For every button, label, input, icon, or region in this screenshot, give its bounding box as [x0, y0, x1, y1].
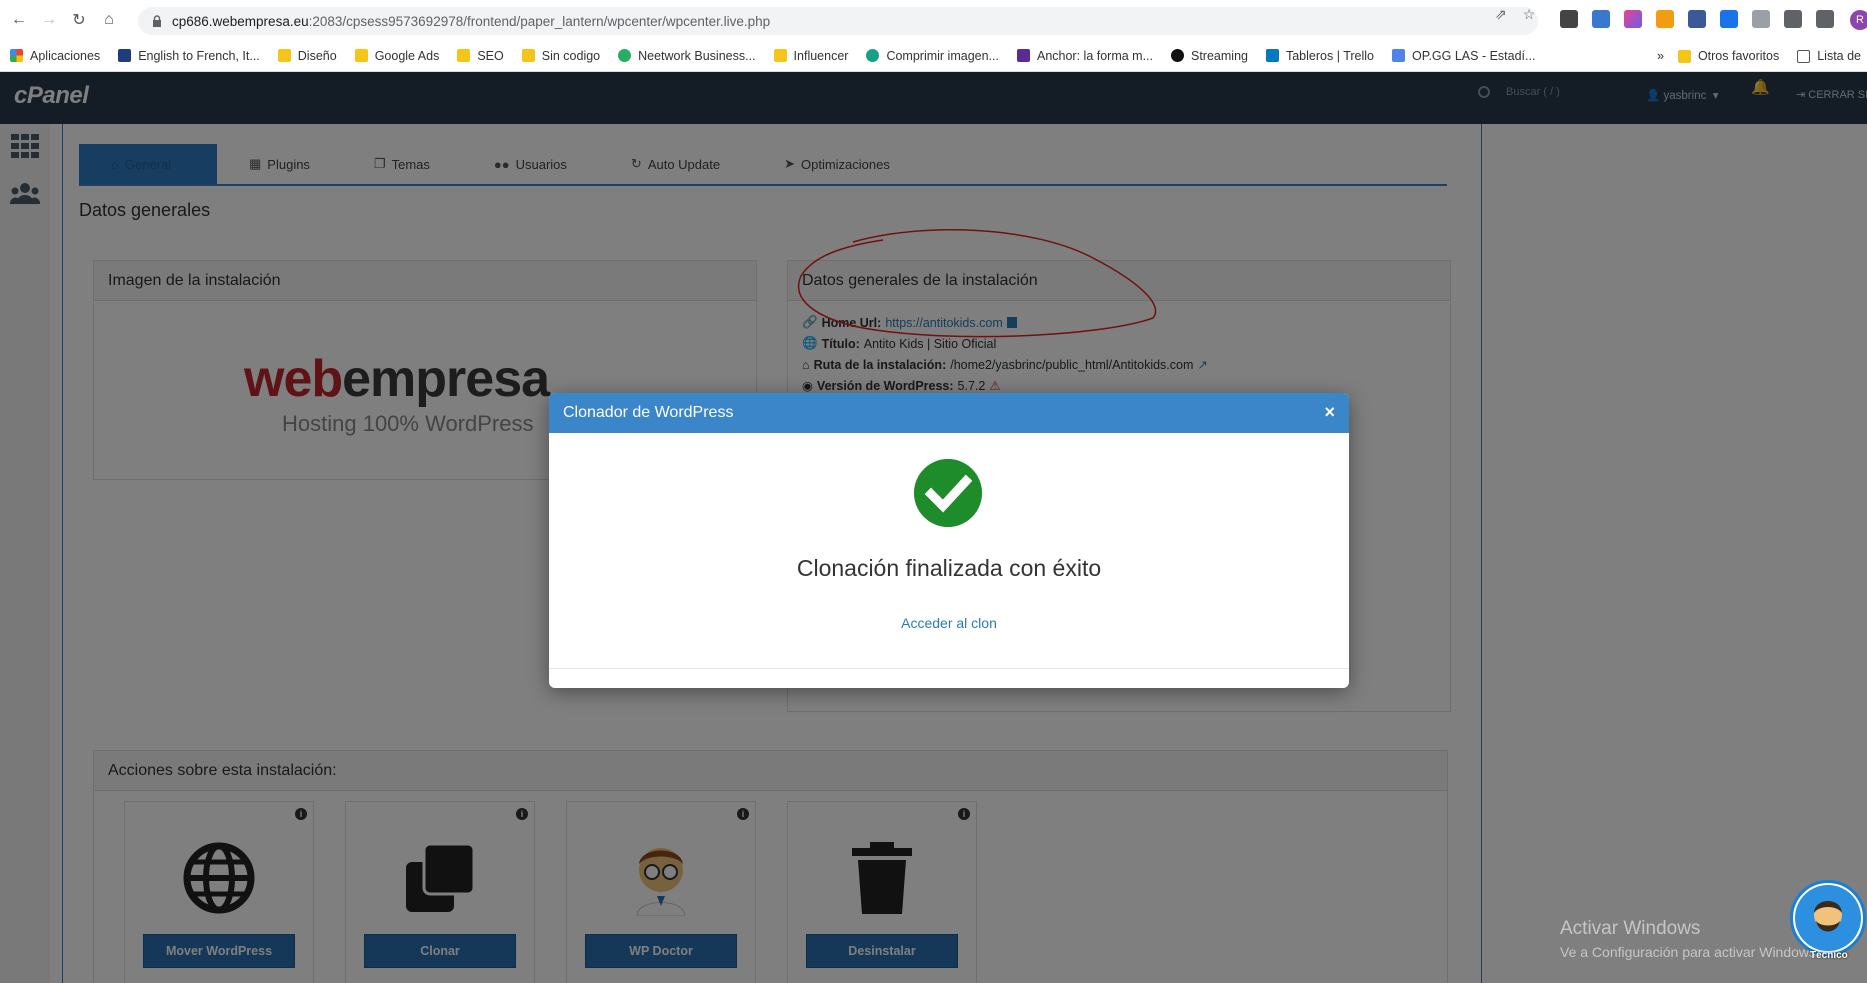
bookmark-item[interactable]: Anchor: la forma m... [1016, 49, 1153, 63]
reload-icon[interactable]: ↻ [68, 9, 90, 31]
bookmark-item[interactable]: Streaming [1171, 49, 1248, 63]
extension-icon[interactable] [1624, 10, 1642, 28]
bookmark-item[interactable]: English to French, It... [118, 49, 260, 63]
bookmark-item[interactable]: Sin codigo [521, 49, 600, 63]
folder-icon [773, 49, 787, 62]
bookmark-item[interactable]: Neetwork Business... [618, 49, 756, 63]
close-icon[interactable]: × [1324, 402, 1335, 423]
extension-icon[interactable] [1560, 10, 1578, 28]
compress-icon [866, 49, 880, 62]
browser-toolbar: ← → ↻ ⌂ cp686.webempresa.eu:2083/cpsess9… [0, 0, 1867, 40]
access-clone-link[interactable]: Acceder al clon [549, 615, 1349, 631]
success-message: Clonación finalizada con éxito [796, 555, 1102, 581]
bookmarks-bar: Aplicaciones English to French, It... Di… [0, 40, 1867, 72]
support-chat-widget[interactable] [1790, 880, 1866, 956]
url-path: :2083/cpsess9573692978/frontend/paper_la… [308, 13, 771, 29]
clone-success-modal: Clonador de WordPress × Clonación finali… [549, 393, 1349, 688]
folder-icon [354, 49, 368, 62]
bookmarks-more[interactable]: » [1657, 49, 1664, 63]
puzzle-icon[interactable] [1784, 10, 1802, 28]
folder-icon [521, 49, 535, 62]
wordreference-icon [118, 49, 132, 62]
trello-icon [1265, 49, 1279, 62]
support-agent-avatar [1795, 885, 1861, 951]
modal-title: Clonador de WordPress [563, 404, 734, 421]
folder-icon [457, 49, 471, 62]
reading-list-icon [1797, 49, 1811, 63]
url-host: cp686.webempresa.eu [172, 13, 309, 29]
download-icon[interactable] [1720, 10, 1738, 28]
bookmark-item[interactable]: SEO [457, 49, 504, 63]
bookmark-item[interactable]: Comprimir imagen... [866, 49, 999, 63]
bookmark-item[interactable]: Aplicaciones [10, 49, 100, 63]
opgg-icon [1392, 49, 1405, 62]
bookmark-item[interactable]: Influencer [773, 49, 848, 63]
modal-header: Clonador de WordPress × [549, 393, 1349, 433]
forward-arrow-icon[interactable]: → [38, 9, 60, 31]
bookmark-item[interactable]: OP.GG LAS - Estadí... [1392, 49, 1535, 63]
star-icon[interactable]: ☆ [1523, 6, 1536, 23]
extension-icon[interactable] [1656, 10, 1674, 28]
back-arrow-icon[interactable]: ← [8, 9, 30, 31]
bookmark-item[interactable]: Tableros | Trello [1265, 49, 1374, 63]
folder-icon [277, 49, 291, 62]
extension-icon[interactable] [1688, 10, 1706, 28]
check-icon [914, 459, 982, 527]
reading-list[interactable]: Lista de [1797, 49, 1861, 63]
extensions [1560, 10, 1834, 28]
share-icon[interactable]: ⇗ [1495, 6, 1507, 23]
modal-footer [549, 668, 1349, 669]
camera-icon[interactable] [1752, 10, 1770, 28]
network-icon [618, 49, 632, 62]
support-chat-label: Técnico [1810, 950, 1848, 961]
windows-activation-watermark: Activar Windows Ve a Configuración para … [1560, 918, 1820, 960]
bookmark-item[interactable]: Diseño [277, 49, 337, 63]
playlist-icon[interactable] [1816, 10, 1834, 28]
other-bookmarks[interactable]: Otros favoritos [1677, 49, 1779, 63]
streaming-icon [1171, 49, 1184, 62]
extension-icon[interactable] [1592, 10, 1610, 28]
bookmark-item[interactable]: Google Ads [354, 49, 439, 63]
address-bar[interactable]: cp686.webempresa.eu:2083/cpsess957369297… [138, 7, 1538, 35]
folder-icon [1677, 49, 1691, 63]
apps-grid-icon [10, 49, 23, 62]
lock-icon [153, 15, 161, 27]
anchor-icon [1016, 49, 1030, 62]
home-icon[interactable]: ⌂ [98, 9, 120, 31]
profile-avatar[interactable]: R [1850, 10, 1867, 30]
